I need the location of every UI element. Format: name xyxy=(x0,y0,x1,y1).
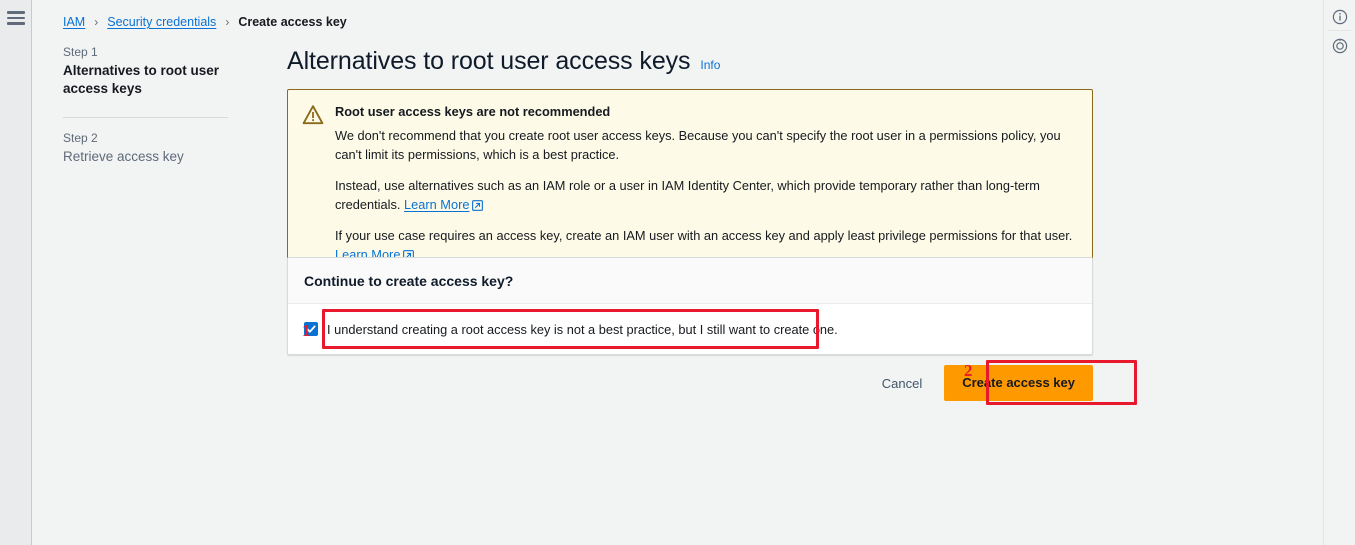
wizard-step-navigation: Step 1 Alternatives to root user access … xyxy=(63,43,259,166)
cancel-button[interactable]: Cancel xyxy=(878,376,926,391)
create-access-key-button[interactable]: Create access key xyxy=(944,365,1093,401)
rail-divider xyxy=(1328,30,1351,31)
page-title: Alternatives to root user access keys xyxy=(287,47,691,75)
left-nav-strip xyxy=(0,0,32,545)
learn-more-link-identity-center[interactable]: Learn More xyxy=(404,197,484,212)
step-2-title[interactable]: Retrieve access key xyxy=(63,148,259,166)
warning-triangle-icon xyxy=(302,104,324,264)
continue-card-title: Continue to create access key? xyxy=(304,273,514,289)
learn-more-label: Learn More xyxy=(404,197,470,212)
step-2-label: Step 2 xyxy=(63,131,98,145)
breadcrumb: IAM › Security credentials › Create acce… xyxy=(63,14,347,30)
warning-alert-body: Root user access keys are not recommende… xyxy=(335,103,1078,264)
info-link[interactable]: Info xyxy=(700,58,720,72)
right-tools-rail xyxy=(1323,0,1355,545)
hamburger-menu-icon[interactable] xyxy=(7,11,25,25)
step-divider xyxy=(63,117,228,118)
hamburger-bar xyxy=(7,22,25,25)
breadcrumb-item-current: Create access key xyxy=(238,15,347,29)
wizard-step-2: Step 2 Retrieve access key xyxy=(63,129,259,166)
acknowledgement-checkbox-label[interactable]: I understand creating a root access key … xyxy=(327,321,838,338)
iam-create-access-key-page: IAM › Security credentials › Create acce… xyxy=(0,0,1355,545)
step-1-label: Step 1 xyxy=(63,45,98,59)
continue-card: Continue to create access key? I underst… xyxy=(287,257,1093,355)
warning-alert: Root user access keys are not recommende… xyxy=(287,89,1093,279)
clock-history-icon[interactable] xyxy=(1329,35,1351,57)
warning-paragraph-2: Instead, use alternatives such as an IAM… xyxy=(335,176,1078,214)
step-1-title[interactable]: Alternatives to root user access keys xyxy=(63,62,259,98)
continue-card-header: Continue to create access key? xyxy=(288,258,1092,304)
breadcrumb-item-security-credentials[interactable]: Security credentials xyxy=(107,14,216,30)
warning-alert-title: Root user access keys are not recommende… xyxy=(335,104,611,119)
continue-card-body: I understand creating a root access key … xyxy=(288,304,1092,354)
breadcrumb-separator: › xyxy=(94,15,99,29)
hamburger-bar xyxy=(7,16,25,20)
warning-paragraph-3-text: If your use case requires an access key,… xyxy=(335,228,1073,243)
breadcrumb-item-iam[interactable]: IAM xyxy=(63,14,85,30)
external-link-icon xyxy=(472,200,484,211)
main-content: IAM › Security credentials › Create acce… xyxy=(33,0,1323,545)
acknowledgement-checkbox[interactable] xyxy=(304,322,318,336)
form-actions: Cancel Create access key xyxy=(287,362,1093,404)
wizard-step-1: Step 1 Alternatives to root user access … xyxy=(63,43,259,98)
hamburger-bar xyxy=(7,11,25,14)
acknowledgement-checkbox-row[interactable]: I understand creating a root access key … xyxy=(304,321,1076,338)
page-heading: Alternatives to root user access keys In… xyxy=(287,45,720,77)
info-circle-icon[interactable] xyxy=(1329,6,1351,28)
warning-paragraph-1: We don't recommend that you create root … xyxy=(335,128,1061,162)
breadcrumb-separator: › xyxy=(225,15,230,29)
